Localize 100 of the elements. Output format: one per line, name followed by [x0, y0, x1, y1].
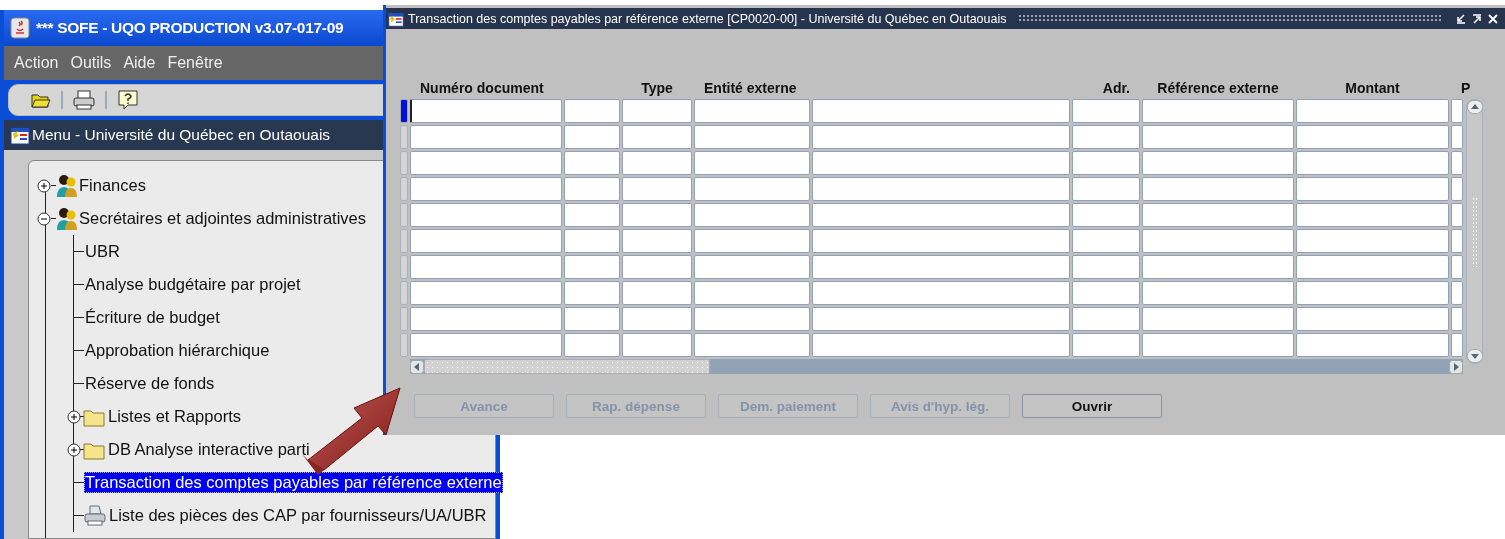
input-field[interactable]: [410, 307, 562, 331]
input-field[interactable]: [694, 151, 810, 175]
input-field[interactable]: [622, 125, 692, 149]
tree-item[interactable]: Finances: [78, 175, 147, 196]
input-field[interactable]: [1296, 125, 1449, 149]
collapse-icon[interactable]: [37, 211, 51, 226]
input-field[interactable]: [622, 281, 692, 305]
tree-item[interactable]: Écriture de budget: [84, 307, 221, 328]
input-field[interactable]: [1142, 255, 1294, 279]
menu-item[interactable]: Outils: [70, 54, 112, 72]
input-field[interactable]: [564, 333, 620, 357]
tree-item[interactable]: Liste des pièces des CAP par fournisseurs/UA/UBR: [108, 505, 488, 526]
scroll-down-icon[interactable]: [1466, 349, 1483, 363]
input-field[interactable]: [694, 99, 810, 123]
folder-icon[interactable]: [31, 92, 51, 108]
input-field[interactable]: [694, 333, 810, 357]
input-field[interactable]: [812, 151, 1070, 175]
input-field[interactable]: [1296, 151, 1449, 175]
input-field[interactable]: [564, 151, 620, 175]
input-field[interactable]: [622, 255, 692, 279]
input-field[interactable]: [1142, 99, 1294, 123]
input-field[interactable]: [812, 99, 1070, 123]
input-field[interactable]: [1451, 255, 1463, 279]
input-field[interactable]: [1451, 99, 1463, 123]
input-field[interactable]: [694, 229, 810, 253]
input-field[interactable]: [410, 99, 562, 123]
input-field[interactable]: [410, 177, 562, 201]
horizontal-scrollbar[interactable]: [410, 359, 1463, 374]
input-field[interactable]: [1451, 229, 1463, 253]
input-field[interactable]: [1296, 307, 1449, 331]
input-field[interactable]: [410, 281, 562, 305]
input-field[interactable]: [812, 125, 1070, 149]
input-field[interactable]: [1451, 333, 1463, 357]
input-field[interactable]: [1296, 177, 1449, 201]
record-indicator[interactable]: [400, 99, 408, 123]
scroll-up-icon[interactable]: [1466, 100, 1483, 114]
input-field[interactable]: [622, 333, 692, 357]
input-field[interactable]: [1296, 255, 1449, 279]
input-field[interactable]: [1142, 177, 1294, 201]
input-field[interactable]: [1072, 229, 1140, 253]
input-field[interactable]: [812, 177, 1070, 201]
menu-item[interactable]: Fenêtre: [167, 54, 223, 72]
help-icon[interactable]: [117, 89, 139, 111]
tree-item[interactable]: DB Analyse interactive parti: [107, 439, 311, 460]
input-field[interactable]: [410, 151, 562, 175]
input-field[interactable]: [410, 333, 562, 357]
input-field[interactable]: [1072, 307, 1140, 331]
input-field[interactable]: [410, 203, 562, 227]
input-field[interactable]: [1072, 281, 1140, 305]
input-field[interactable]: [622, 203, 692, 227]
input-field[interactable]: [1296, 333, 1449, 357]
input-field[interactable]: [812, 203, 1070, 227]
input-field[interactable]: [1296, 229, 1449, 253]
input-field[interactable]: [564, 125, 620, 149]
close-icon[interactable]: [1487, 12, 1499, 25]
input-field[interactable]: [812, 307, 1070, 331]
input-field[interactable]: [1296, 281, 1449, 305]
input-field[interactable]: [410, 229, 562, 253]
input-field[interactable]: [1072, 203, 1140, 227]
input-field[interactable]: [694, 125, 810, 149]
input-field[interactable]: [564, 177, 620, 201]
input-field[interactable]: [1142, 229, 1294, 253]
input-field[interactable]: [1142, 333, 1294, 357]
input-field[interactable]: [812, 229, 1070, 253]
expand-icon[interactable]: [67, 409, 81, 424]
input-field[interactable]: [622, 151, 692, 175]
input-field[interactable]: [564, 203, 620, 227]
input-field[interactable]: [1072, 125, 1140, 149]
input-field[interactable]: [410, 125, 562, 149]
menu-item[interactable]: Aide: [123, 54, 156, 72]
input-field[interactable]: [812, 255, 1070, 279]
input-field[interactable]: [1451, 125, 1463, 149]
vertical-scrollbar[interactable]: [1466, 99, 1483, 364]
printer-icon[interactable]: [73, 90, 95, 110]
tree-item[interactable]: Réserve de fonds: [84, 373, 216, 394]
input-field[interactable]: [564, 281, 620, 305]
expand-icon[interactable]: [37, 178, 51, 193]
input-field[interactable]: [1296, 99, 1449, 123]
input-field[interactable]: [694, 177, 810, 201]
input-field[interactable]: [1072, 151, 1140, 175]
scroll-right-icon[interactable]: [1449, 359, 1463, 374]
tree-item[interactable]: UBR: [84, 241, 121, 262]
input-field[interactable]: [1142, 307, 1294, 331]
input-field[interactable]: [564, 255, 620, 279]
input-field[interactable]: [1296, 203, 1449, 227]
input-field[interactable]: [1142, 151, 1294, 175]
input-field[interactable]: [564, 99, 620, 123]
input-field[interactable]: [1072, 255, 1140, 279]
minimize-icon[interactable]: [1455, 12, 1467, 25]
input-field[interactable]: [694, 281, 810, 305]
input-field[interactable]: [564, 307, 620, 331]
input-field[interactable]: [1451, 307, 1463, 331]
input-field[interactable]: [564, 229, 620, 253]
input-field[interactable]: [694, 307, 810, 331]
expand-icon[interactable]: [67, 442, 81, 457]
tree-item[interactable]: Analyse budgétaire par projet: [84, 274, 302, 295]
input-field[interactable]: [622, 307, 692, 331]
input-field[interactable]: [694, 255, 810, 279]
input-field[interactable]: [1451, 177, 1463, 201]
input-field[interactable]: [1451, 203, 1463, 227]
